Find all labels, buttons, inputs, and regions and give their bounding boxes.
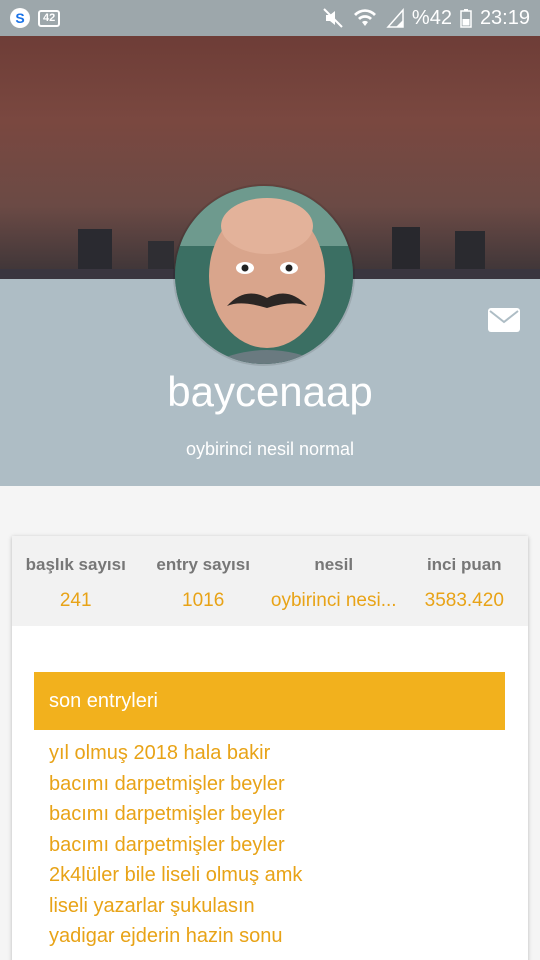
stat-value: 3583.420 — [424, 590, 504, 611]
stat-value: 241 — [59, 590, 92, 611]
notification-badge: 42 — [38, 9, 61, 27]
avatar[interactable] — [175, 186, 353, 364]
wifi-icon — [352, 7, 378, 29]
stat-topic-count: başlık sayısı 241 — [12, 536, 139, 626]
battery-percent: %42 — [411, 6, 452, 29]
stat-label: nesil — [314, 555, 354, 574]
stat-label: entry sayısı — [156, 555, 250, 574]
entry-list: yıl olmuş 2018 hala bakir bacımı darpetm… — [34, 738, 505, 952]
username: baycenaap — [167, 368, 373, 415]
entry-link[interactable]: yadigar ejderin hazin sonu — [34, 921, 505, 952]
entry-link[interactable]: bacımı darpetmişler beyler — [34, 769, 505, 800]
app-notification-icon: S — [10, 8, 30, 28]
entry-link[interactable]: 2k4lüler bile liseli olmuş amk — [34, 860, 505, 891]
stat-value: oybirinci nesi... — [270, 590, 397, 611]
clock: 23:19 — [479, 6, 530, 29]
profile-card: başlık sayısı 241 entry sayısı 1016 nesi… — [12, 536, 528, 960]
status-bar: S 42 %42 23:19 — [0, 0, 540, 36]
stat-entry-count: entry sayısı 1016 — [139, 536, 266, 626]
stat-value: 1016 — [182, 590, 225, 611]
message-button[interactable] — [487, 307, 521, 333]
stat-label: inci puan — [426, 555, 502, 574]
recent-entries: son entryleri yıl olmuş 2018 hala bakir … — [34, 672, 505, 952]
recent-entries-title: son entryleri — [34, 672, 505, 730]
entry-link[interactable]: liseli yazarlar şukulasın — [34, 891, 505, 922]
stat-label: başlık sayısı — [25, 555, 126, 574]
generation-label: oybirinci nesil normal — [185, 439, 355, 459]
entry-link[interactable]: bacımı darpetmişler beyler — [34, 830, 505, 861]
mail-icon — [488, 308, 520, 332]
entry-link[interactable]: bacımı darpetmişler beyler — [34, 799, 505, 830]
signal-icon — [386, 8, 404, 28]
stat-karma: inci puan 3583.420 — [401, 536, 528, 626]
stat-generation: nesil oybirinci nesi... — [267, 536, 401, 626]
mute-icon — [322, 7, 344, 29]
battery-icon — [460, 8, 472, 28]
stats-row: başlık sayısı 241 entry sayısı 1016 nesi… — [12, 536, 528, 626]
entry-link[interactable]: yıl olmuş 2018 hala bakir — [34, 738, 505, 769]
